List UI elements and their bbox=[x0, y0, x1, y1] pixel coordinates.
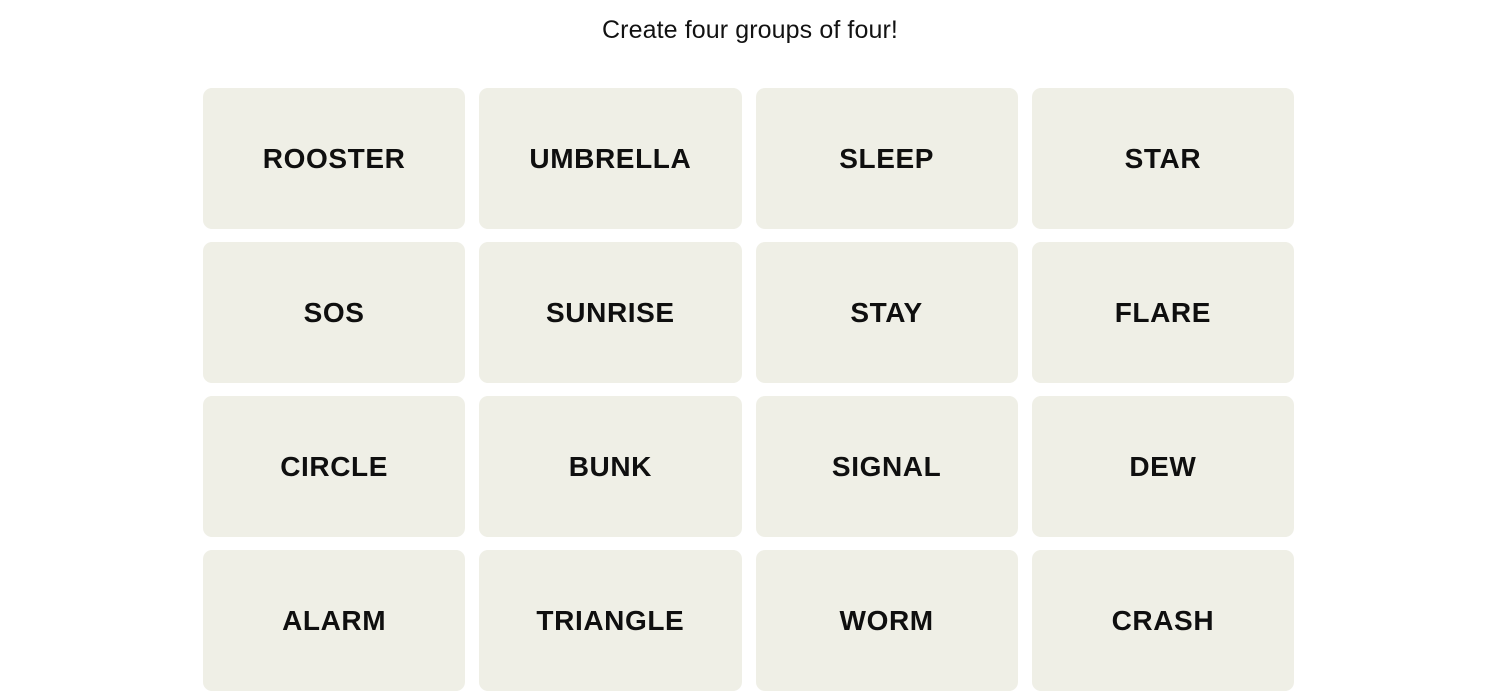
word-tile-label: FLARE bbox=[1114, 296, 1212, 328]
word-tile[interactable]: BUNK bbox=[479, 396, 742, 537]
word-tile-label: SIGNAL bbox=[831, 450, 942, 482]
word-tile[interactable]: DEW bbox=[1031, 396, 1294, 537]
word-tile-label: UMBRELLA bbox=[529, 142, 692, 174]
word-tile[interactable]: CRASH bbox=[1031, 550, 1294, 691]
word-tile[interactable]: STAR bbox=[1031, 88, 1294, 229]
word-tile-label: DEW bbox=[1129, 450, 1197, 482]
word-tile-label: BUNK bbox=[568, 450, 653, 482]
word-tile-label: ROOSTER bbox=[262, 142, 406, 174]
word-tile[interactable]: ROOSTER bbox=[203, 88, 466, 229]
word-tile[interactable]: SOS bbox=[203, 242, 466, 383]
word-tile-label: CRASH bbox=[1111, 604, 1215, 636]
connections-game-page: Create four groups of four! ROOSTER UMBR… bbox=[0, 0, 1500, 695]
word-tile-label: SOS bbox=[303, 296, 365, 328]
word-grid: ROOSTER UMBRELLA SLEEP STAR SOS SUNRISE … bbox=[203, 88, 1294, 691]
word-tile[interactable]: ALARM bbox=[203, 550, 466, 691]
word-tile[interactable]: UMBRELLA bbox=[479, 88, 742, 229]
word-tile-label: CIRCLE bbox=[280, 450, 389, 482]
word-tile[interactable]: SIGNAL bbox=[755, 396, 1018, 537]
word-tile[interactable]: STAY bbox=[755, 242, 1018, 383]
word-tile-label: STAR bbox=[1124, 142, 1202, 174]
word-tile[interactable]: TRIANGLE bbox=[479, 550, 742, 691]
instruction-text: Create four groups of four! bbox=[602, 16, 898, 44]
word-tile[interactable]: SUNRISE bbox=[479, 242, 742, 383]
word-tile[interactable]: WORM bbox=[755, 550, 1018, 691]
word-tile[interactable]: SLEEP bbox=[755, 88, 1018, 229]
word-tile-label: ALARM bbox=[282, 604, 387, 636]
word-tile-label: STAY bbox=[850, 296, 923, 328]
word-tile[interactable]: CIRCLE bbox=[203, 396, 466, 537]
word-tile-label: TRIANGLE bbox=[536, 604, 685, 636]
word-tile-label: SUNRISE bbox=[546, 296, 675, 328]
word-tile-label: WORM bbox=[839, 604, 934, 636]
word-tile-label: SLEEP bbox=[839, 142, 935, 174]
word-tile[interactable]: FLARE bbox=[1031, 242, 1294, 383]
